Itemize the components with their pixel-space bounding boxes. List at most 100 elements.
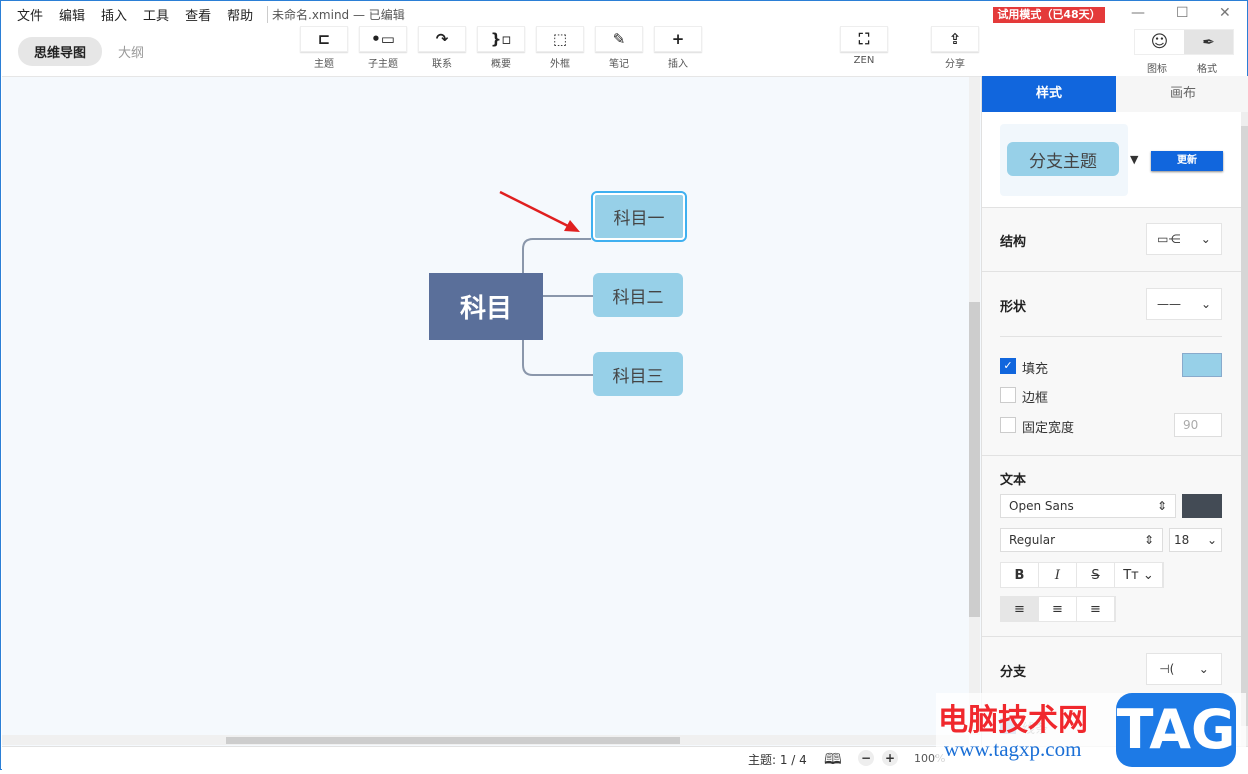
toolbar-button-3[interactable]: }▫ 概要 [477,26,525,70]
watermark: 电脑技术网 www.tagxp.com TAG [936,693,1246,769]
close-icon[interactable]: ✕ [1219,5,1231,21]
tab-style[interactable]: 样式 [982,76,1116,112]
toolbar-button-2[interactable]: ↷ 联系 [418,26,466,70]
align-center-icon[interactable]: ≡ [1039,597,1077,621]
style-preview[interactable]: 分支主题 [1000,124,1128,196]
zen-button[interactable]: ⛶ ZEN [840,26,888,66]
tab-mindmap[interactable]: 思维导图 [18,37,103,66]
branch-style-icon: ⊣( [1159,662,1175,676]
structure-dropdown[interactable]: ▭⋲ ⌄ [1146,223,1222,255]
toolbar-label: 联系 [432,59,452,70]
updown-icon: ⇕ [1143,533,1154,547]
relationship-icon: ↷ [418,26,466,52]
map-icon[interactable]: 🕮 [824,749,842,774]
structure-icon: ▭⋲ [1157,232,1181,246]
font-size-select[interactable]: 18 ⌄ [1169,528,1222,552]
zoom-out-icon[interactable]: − [858,750,874,766]
chevron-down-icon: ⌄ [1200,232,1211,246]
toolbar-label: 插入 [668,59,688,70]
structure-label: 结构 [1000,235,1027,250]
shape-label: 形状 [1000,300,1027,315]
toolbar-label: 笔记 [609,59,629,70]
tab-canvas[interactable]: 画布 [1116,76,1248,112]
strikethrough-icon[interactable]: S [1077,563,1115,587]
format-label: 格式 [1197,64,1217,75]
toolbar-button-5[interactable]: ✎ 笔记 [595,26,643,70]
line-shape-icon: —— [1156,297,1181,311]
toolbar-button-0[interactable]: ⊏ 主题 [300,26,348,70]
branch-dropdown[interactable]: ⊣( ⌄ [1146,653,1222,685]
branch-topic[interactable]: 科目二 [593,273,683,317]
fullscreen-icon: ⛶ [840,26,888,52]
branch-topic[interactable]: 科目三 [593,352,683,396]
chevron-down-icon: ⌄ [1198,662,1209,676]
border-checkbox[interactable] [1000,387,1016,403]
maximize-icon[interactable]: ☐ [1176,5,1189,21]
share-button[interactable]: ⇪ 分享 [931,26,979,70]
caret-down-icon[interactable]: ▼ [1130,153,1138,166]
font-family-select[interactable]: Open Sans ⇕ [1000,494,1176,518]
border-label: 边框 [1022,391,1049,406]
connectors [499,190,593,376]
icons-label: 图标 [1147,64,1167,75]
font-weight-value: Regular [1009,533,1056,547]
panel-scrollbar[interactable] [1241,112,1248,746]
toolbar-button-1[interactable]: •▭ 子主题 [359,26,407,70]
fill-color-swatch[interactable] [1182,353,1222,377]
text-color-swatch[interactable] [1182,494,1222,518]
branch-label: 分支 [1000,665,1027,680]
font-family-value: Open Sans [1009,499,1074,513]
horizontal-scrollbar[interactable] [2,735,969,745]
central-topic[interactable]: 科目 [429,273,543,340]
shape-dropdown[interactable]: —— ⌄ [1146,288,1222,320]
text-case-icon[interactable]: Tт ⌄ [1115,563,1163,587]
text-style-group: B I S Tт ⌄ [1000,562,1164,588]
boundary-icon: ⬚ [536,26,584,52]
toolbar-label: 主题 [314,59,334,70]
italic-icon[interactable]: I [1039,563,1077,587]
trial-badge[interactable]: 试用模式（已48天） [993,7,1105,23]
update-button[interactable]: 更新 [1151,151,1223,171]
zoom-in-icon[interactable]: + [882,750,898,766]
minimize-icon[interactable]: — [1131,5,1145,21]
toolbar-label: 外框 [550,59,570,70]
fixed-width-input[interactable]: 90 [1174,413,1222,437]
toolbar-label: 概要 [491,59,511,70]
fixed-width-checkbox[interactable] [1000,417,1016,433]
alignment-group: ≡ ≡ ≡ [1000,596,1116,622]
menu-help[interactable]: 帮助 [227,5,253,24]
bold-icon[interactable]: B [1001,563,1039,587]
chevron-down-icon: ⌄ [1200,297,1212,311]
menu-view[interactable]: 查看 [185,5,211,24]
tab-outline[interactable]: 大纲 [102,37,160,66]
menu-insert[interactable]: 插入 [101,5,127,24]
plus-icon: + [654,26,702,52]
branch-topic[interactable]: 科目一 [591,191,687,242]
menu-tools[interactable]: 工具 [143,5,169,24]
toolbar-button-6[interactable]: + 插入 [654,26,702,70]
align-right-icon[interactable]: ≡ [1077,597,1115,621]
font-weight-select[interactable]: Regular ⇕ [1000,528,1163,552]
fill-checkbox[interactable]: ✓ [1000,358,1016,374]
mindmap-canvas[interactable]: 科目 科目一 科目二 科目三 [2,76,981,746]
note-icon: ✎ [595,26,643,52]
smiley-icon[interactable]: ☺ [1135,30,1184,54]
menu-file[interactable]: 文件 [17,5,43,24]
toolbar-label: 子主题 [368,59,398,70]
align-left-icon[interactable]: ≡ [1001,597,1039,621]
red-arrow [499,190,571,229]
summary-icon: }▫ [477,26,525,52]
share-label: 分享 [945,59,965,70]
format-panel: 样式 画布 分支主题 ▼ 更新 结构 ▭⋲ ⌄ 形状 —— ⌄ ✓ 填充 边框 固定… [981,76,1248,746]
app-window: 文件 编辑 插入 工具 查看 帮助 未命名.xmind — 已编辑 试用模式（已… [0,0,1248,770]
updown-icon: ⇕ [1156,499,1167,513]
menu-edit[interactable]: 编辑 [59,5,85,24]
watermark-url: www.tagxp.com [944,737,1082,761]
fill-label: 填充 [1022,362,1049,377]
toolbar-button-4[interactable]: ⬚ 外框 [536,26,584,70]
topic-icon: ⊏ [300,26,348,52]
format-brush-icon[interactable]: ✒ [1184,30,1233,54]
text-label: 文本 [1000,473,1027,488]
watermark-text: 电脑技术网 [938,703,1088,738]
vertical-scrollbar[interactable] [969,77,980,735]
